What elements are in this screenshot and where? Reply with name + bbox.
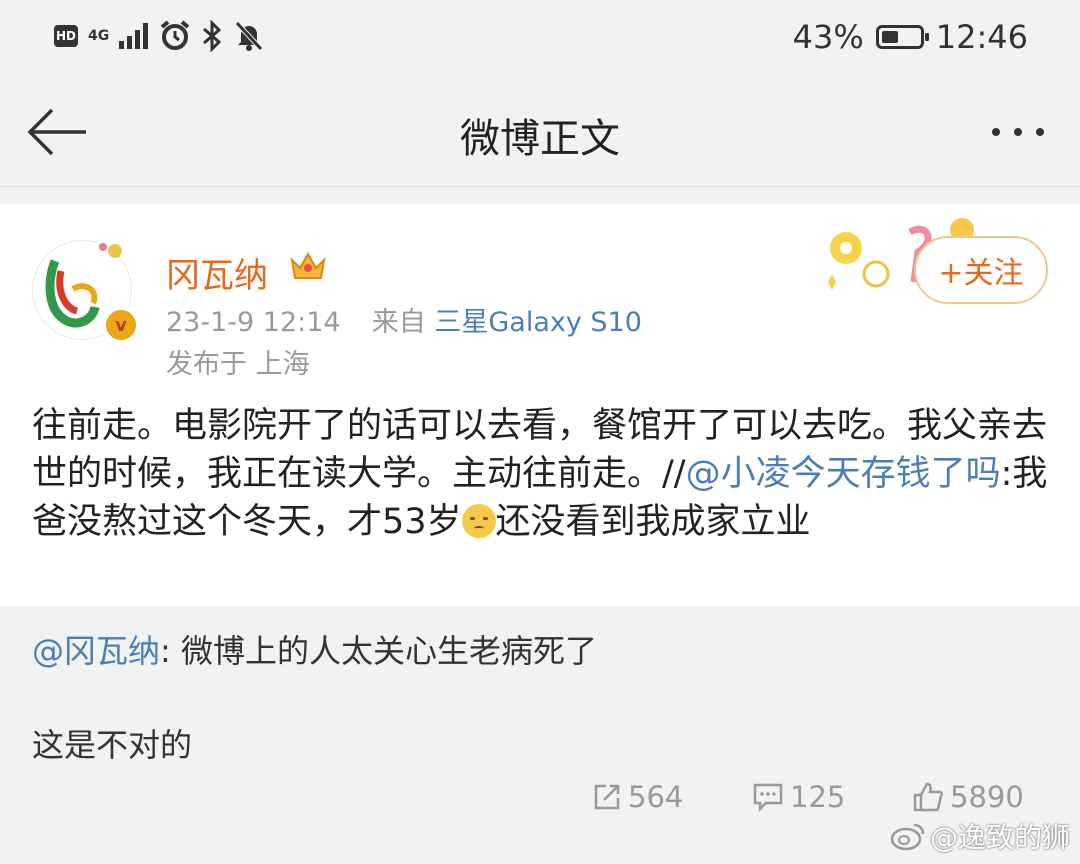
more-options-icon[interactable] (992, 118, 1056, 146)
mention-link[interactable]: @小凌今天存钱了吗 (686, 454, 1001, 494)
retweet-line-2: 这是不对的 (32, 726, 193, 764)
status-icons-left: HD 4G (54, 20, 265, 52)
follow-button[interactable]: +关注 (914, 236, 1048, 304)
battery-percent: 43% (792, 18, 864, 56)
signal-bars-icon (119, 23, 149, 49)
comment-icon (753, 783, 783, 812)
battery-icon (875, 25, 929, 49)
watermark: @逸致的狮 (890, 816, 1070, 856)
post-location: 发布于 上海 (166, 349, 310, 380)
weibo-logo-icon (890, 823, 925, 851)
retweet-text: : 微博上的人太关心生老病死了 (160, 632, 597, 670)
page-title: 微博正文 (460, 116, 620, 162)
like-count: 5890 (950, 780, 1024, 814)
repost-count: 564 (628, 780, 684, 814)
verified-badge-icon: v (104, 308, 138, 342)
crown-icon[interactable] (288, 248, 328, 284)
clock: 12:46 (935, 18, 1028, 56)
status-bar: HD 4G 43% 12:46 (0, 0, 1080, 80)
post-timestamp: 23-1-9 12:14 (166, 307, 341, 338)
comment-button[interactable]: 125 (752, 780, 845, 814)
title-bar: 微博正文 (0, 80, 1080, 184)
repost-icon (594, 784, 620, 810)
post-text-part3: 还没看到我成家立业 (495, 502, 811, 542)
header-divider (0, 186, 1080, 187)
retweet-line[interactable]: @冈瓦纳: 微博上的人太关心生老病死了 (32, 626, 597, 672)
source-prefix: 来自 (371, 307, 426, 338)
username[interactable]: 冈瓦纳 (166, 248, 268, 297)
retweet-mention-link[interactable]: @冈瓦纳 (32, 632, 160, 670)
sad-face-emoji-icon (461, 504, 496, 538)
comment-count: 125 (790, 780, 846, 814)
hd-icon: HD (54, 25, 78, 47)
post-card: v 冈瓦纳 23-1-9 12:14 来自 三星Galaxy S10 发布于 上… (0, 204, 1080, 606)
repost-button[interactable]: 564 (592, 780, 683, 814)
alarm-icon (160, 20, 190, 50)
battery-fill (881, 31, 899, 43)
post-body: 往前走。电影院开了的话可以去看，餐馆开了可以去吃。我父亲去世的时候，我正在读大学… (32, 402, 1052, 546)
network-type: 4G (88, 27, 110, 44)
mute-bell-icon (235, 21, 264, 51)
thumbs-up-icon (913, 782, 943, 812)
watermark-text: @逸致的狮 (930, 821, 1071, 854)
post-meta: 23-1-9 12:14 来自 三星Galaxy S10 (166, 300, 642, 339)
source-device-link[interactable]: 三星Galaxy S10 (434, 307, 642, 338)
like-button[interactable]: 5890 (912, 780, 1024, 814)
signal-icon: 4G (88, 27, 110, 44)
bluetooth-icon (203, 20, 222, 52)
status-icons-right: 43% 12:46 (793, 18, 1028, 56)
